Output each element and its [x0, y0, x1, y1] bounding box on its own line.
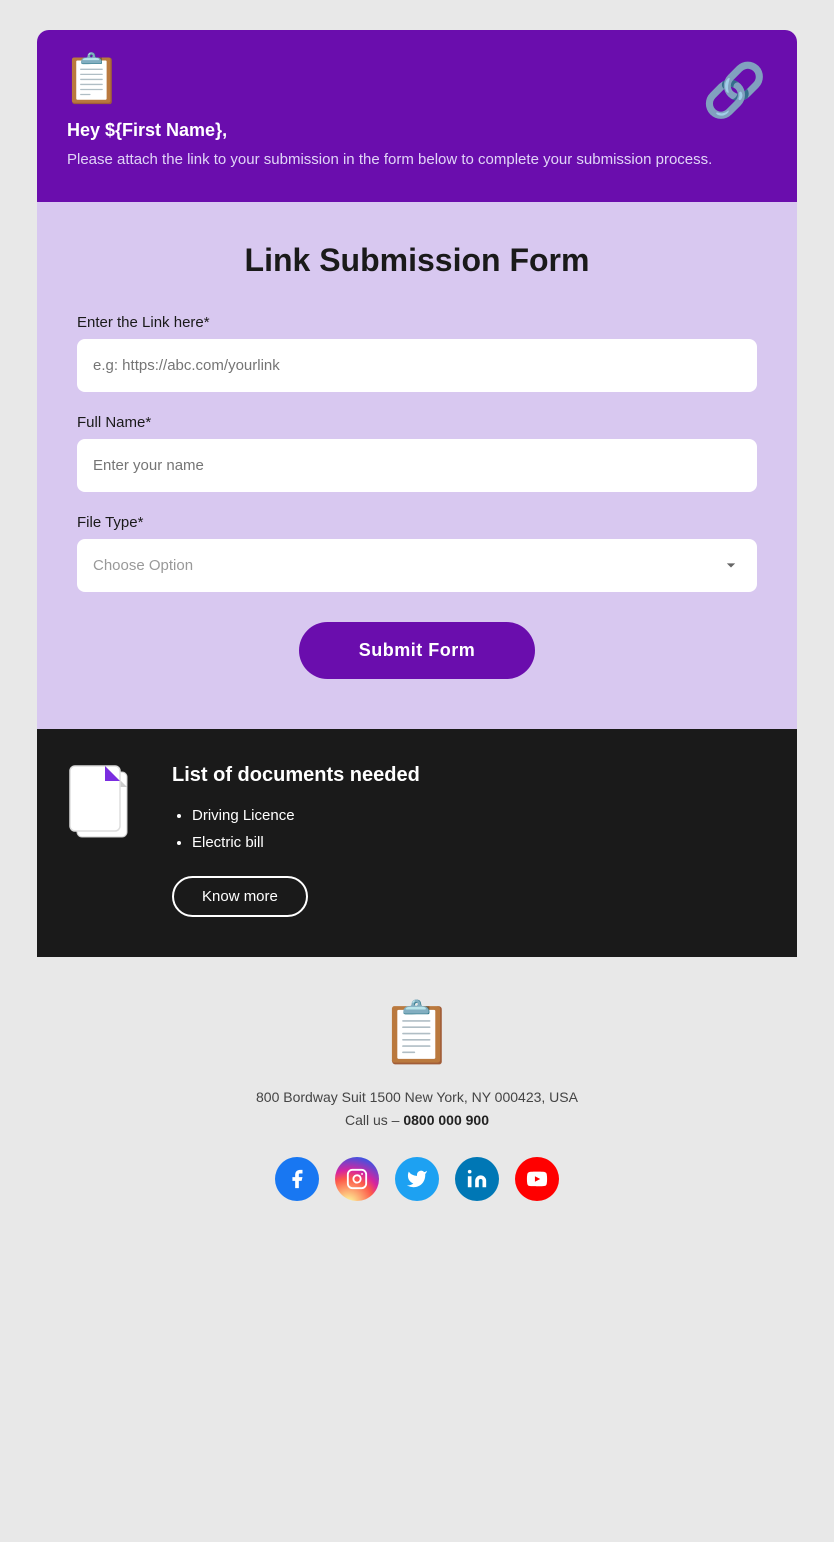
- form-section: Link Submission Form Enter the Link here…: [37, 202, 797, 729]
- footer-section: 📋 800 Bordway Suit 1500 New York, NY 000…: [37, 957, 797, 1242]
- link-input[interactable]: [77, 339, 757, 392]
- doc-item-2: Electric bill: [192, 829, 767, 856]
- chain-link-icon: 🔗: [702, 60, 767, 121]
- linkedin-icon[interactable]: [455, 1157, 499, 1201]
- header-banner: 📋 🔗 Hey ${First Name}, Please attach the…: [37, 30, 797, 202]
- file-type-select[interactable]: Choose Option PDF Word Document Image Ot…: [77, 539, 757, 592]
- link-label: Enter the Link here*: [77, 314, 757, 331]
- link-group: Enter the Link here*: [77, 314, 757, 392]
- documents-section: List of documents needed Driving Licence…: [37, 729, 797, 957]
- phone-line: Call us – 0800 000 900: [256, 1109, 578, 1133]
- clipboard-icon: 📋: [62, 50, 122, 107]
- phone-number: 0800 000 900: [403, 1112, 489, 1128]
- name-label: Full Name*: [77, 414, 757, 431]
- header-text: Hey ${First Name}, Please attach the lin…: [67, 120, 767, 172]
- name-input[interactable]: [77, 439, 757, 492]
- submit-button[interactable]: Submit Form: [299, 622, 536, 679]
- facebook-icon[interactable]: [275, 1157, 319, 1201]
- document-icon: [67, 764, 137, 844]
- sub-text: Please attach the link to your submissio…: [67, 149, 767, 172]
- know-more-button[interactable]: Know more: [172, 876, 308, 917]
- instagram-icon[interactable]: [335, 1157, 379, 1201]
- greeting-text: Hey ${First Name},: [67, 120, 767, 141]
- file-type-group: File Type* Choose Option PDF Word Docume…: [77, 514, 757, 592]
- doc-item-1: Driving Licence: [192, 802, 767, 829]
- file-type-label: File Type*: [77, 514, 757, 531]
- docs-title: List of documents needed: [172, 764, 767, 787]
- footer-address: 800 Bordway Suit 1500 New York, NY 00042…: [256, 1086, 578, 1134]
- doc-icon-wrapper: [67, 764, 147, 854]
- youtube-icon[interactable]: [515, 1157, 559, 1201]
- twitter-icon[interactable]: [395, 1157, 439, 1201]
- form-title: Link Submission Form: [77, 242, 757, 279]
- docs-content: List of documents needed Driving Licence…: [172, 764, 767, 917]
- address-text: 800 Bordway Suit 1500 New York, NY 00042…: [256, 1086, 578, 1110]
- submit-wrapper: Submit Form: [77, 622, 757, 679]
- name-group: Full Name*: [77, 414, 757, 492]
- footer-logo-icon: 📋: [380, 997, 455, 1068]
- call-label: Call us –: [345, 1112, 399, 1128]
- social-icons-row: [275, 1157, 559, 1201]
- docs-list: Driving Licence Electric bill: [172, 802, 767, 856]
